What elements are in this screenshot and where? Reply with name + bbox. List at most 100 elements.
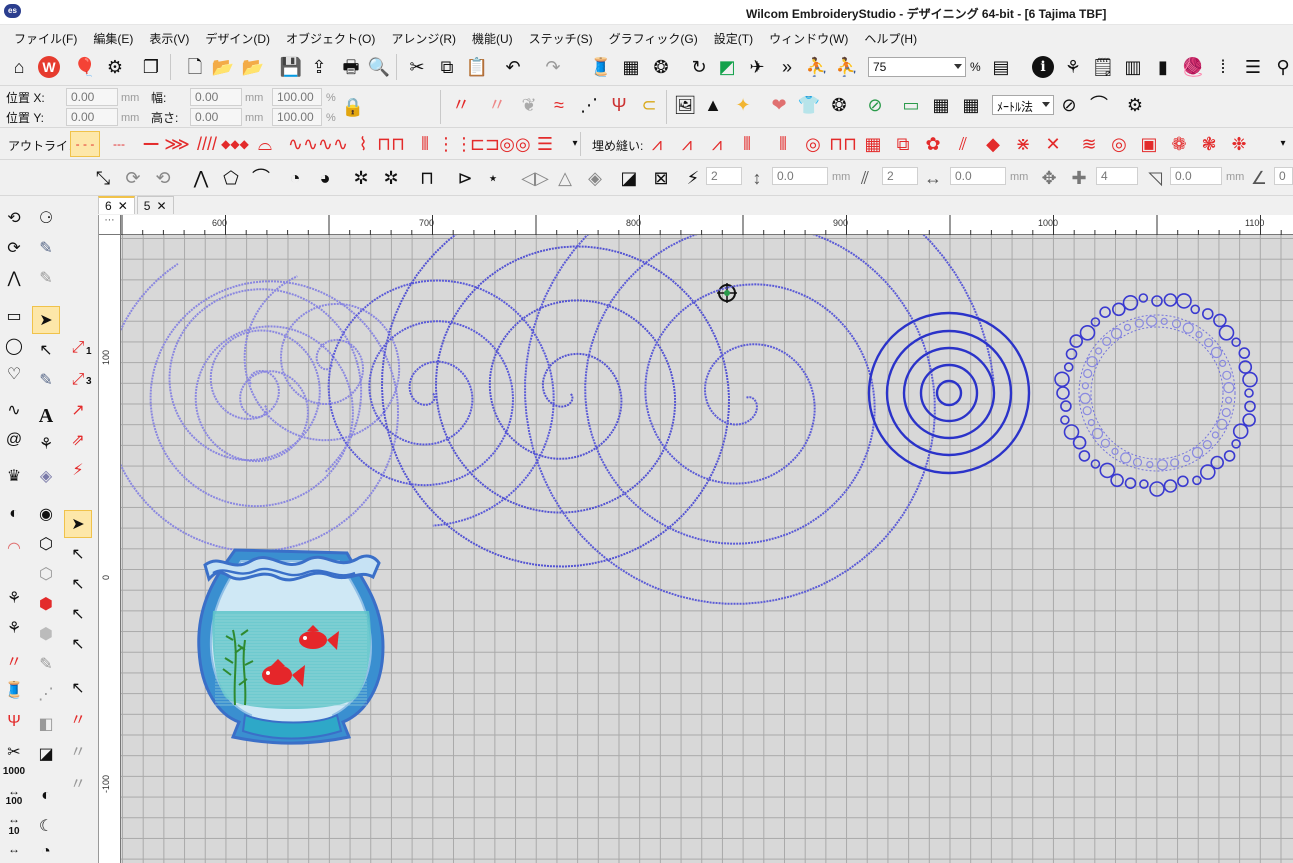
pen-disabled-icon[interactable]: ✎	[32, 264, 60, 292]
knife-icon[interactable]: ◔	[282, 165, 308, 191]
grid-rulers-icon[interactable]: ▦	[958, 92, 984, 118]
menu-edit[interactable]: 編集(E)	[85, 26, 141, 48]
fill-more-icon[interactable]: ▾	[1270, 131, 1293, 157]
fill-flower-icon[interactable]: ✿	[920, 131, 946, 157]
double-spiral[interactable]	[121, 262, 401, 553]
menu-function[interactable]: 機能(U)	[464, 26, 521, 48]
linear-array-icon[interactable]: ✚	[1066, 165, 1092, 191]
fill-xstitch-icon[interactable]: ✕	[1040, 131, 1066, 157]
menu-settings[interactable]: 設定(T)	[706, 26, 761, 48]
outline-feather-icon[interactable]: ⌓	[252, 131, 278, 157]
concentric-circles[interactable]	[867, 311, 1031, 475]
menu-arrange[interactable]: アレンジ(R)	[383, 26, 464, 48]
send-icon[interactable]: ✈	[744, 54, 770, 80]
hexagon-gray-icon[interactable]: ⬢	[32, 620, 60, 648]
fill-effect-icon[interactable]: 〃	[484, 92, 510, 118]
design-canvas[interactable]: ⋯ 600 700 800 900 1000 1100 100 0 -100	[98, 215, 1293, 863]
distance-icon[interactable]: ◹	[1142, 165, 1168, 191]
open-folder-icon[interactable]: 📂	[210, 54, 236, 80]
hatch-icon[interactable]: ⫽	[852, 165, 878, 191]
dots-icon[interactable]: ⋰	[32, 680, 60, 708]
pen-tool-icon[interactable]: ✎	[32, 234, 60, 262]
grid-area[interactable]	[121, 235, 1293, 863]
compass-icon[interactable]: ◔	[32, 838, 60, 863]
hexagon-outline-icon[interactable]: ⬡	[32, 560, 60, 588]
break-icon[interactable]: ◕	[312, 165, 338, 191]
redo-icon[interactable]: ↷	[540, 54, 566, 80]
outline-zigzag-icon[interactable]: ⋙	[164, 131, 190, 157]
fill-grid-icon[interactable]: ▦	[860, 131, 886, 157]
lettering-icon[interactable]: A	[32, 402, 60, 430]
balls-icon[interactable]: ❂	[826, 92, 852, 118]
width-field[interactable]: 0.00	[190, 88, 242, 106]
tools-icon[interactable]: ⚙	[102, 54, 128, 80]
fishbowl-design[interactable]	[197, 548, 385, 745]
knife-tool-icon[interactable]: ✎	[32, 366, 60, 394]
thread-spool-icon[interactable]: 🧶	[1180, 54, 1206, 80]
home-icon[interactable]: ⌂	[6, 54, 32, 80]
circle-c-icon[interactable]: ◐	[0, 500, 28, 528]
travel-icon[interactable]: ↻	[686, 54, 712, 80]
width-percent-field[interactable]: 100.00	[272, 88, 322, 106]
count-field-3[interactable]: 4	[1096, 167, 1138, 185]
zoom-combo[interactable]: 75	[868, 57, 966, 77]
fill-tatami-icon[interactable]: ⩘	[674, 131, 700, 157]
shapes-icon[interactable]: ▲	[700, 92, 726, 118]
select-arrow-icon[interactable]: ➤	[32, 306, 60, 334]
triangle-icon[interactable]: ⊳	[452, 165, 478, 191]
outline-bars-icon[interactable]: ☰	[532, 131, 558, 157]
stitch-satin-icon[interactable]: 〃	[64, 704, 92, 732]
node-edit-icon[interactable]: ⋀	[188, 165, 214, 191]
select-star-icon[interactable]: ↖	[64, 600, 92, 628]
save-icon[interactable]: 💾	[278, 54, 304, 80]
no-entry-icon[interactable]: ⊘	[862, 92, 888, 118]
height-percent-field[interactable]: 100.00	[272, 108, 322, 126]
moon-c-icon[interactable]: ☾	[32, 812, 60, 840]
measurement-select[interactable]: ﾒｰﾄﾙ法	[992, 95, 1054, 115]
sequence-arrow-icon[interactable]: ↗	[64, 396, 92, 424]
count-100[interactable]: 100	[0, 796, 28, 807]
new-file-icon[interactable]: 🗋	[182, 54, 208, 80]
cut-icon[interactable]: ✂	[404, 54, 430, 80]
outline-blanket-icon[interactable]: ⊓⊓	[377, 131, 405, 157]
outline-motif-icon[interactable]: ◆◆◆	[221, 131, 249, 157]
shapes-tool-icon[interactable]: ♡	[0, 360, 28, 388]
angle-field[interactable]: 0	[1274, 167, 1293, 185]
fill-lace-icon[interactable]: ❃	[1196, 131, 1222, 157]
slow-redraw-icon[interactable]: ▦	[618, 54, 644, 80]
heart-icon[interactable]: ❤	[766, 92, 792, 118]
fill-step-icon[interactable]: ⩘	[704, 131, 730, 157]
circle-lines-icon[interactable]: ✲	[378, 165, 404, 191]
fill-program-icon[interactable]: ⫴	[770, 131, 796, 157]
sequence-multi-icon[interactable]: ⇗	[64, 426, 92, 454]
sequence-icon[interactable]: ☰	[1240, 54, 1266, 80]
close-icon[interactable]: ✕	[118, 199, 128, 213]
outline-column-icon[interactable]: ⫴	[412, 131, 438, 157]
select-line-icon[interactable]: ↖	[64, 630, 92, 658]
star-select-icon[interactable]: ⋆	[480, 165, 506, 191]
grid-icon[interactable]: ▦	[928, 92, 954, 118]
undo-icon[interactable]: ↶	[500, 54, 526, 80]
box-icon[interactable]: ◧	[32, 710, 60, 738]
fill-contour-icon[interactable]: ≋	[1076, 131, 1102, 157]
thread-chart-icon[interactable]: ▮	[1150, 54, 1176, 80]
menu-object[interactable]: オブジェクト(O)	[278, 26, 383, 48]
fill-lattice-icon[interactable]: ⋇	[1010, 131, 1036, 157]
outline-loop-icon[interactable]: ◎◎	[499, 131, 530, 157]
outline-more-icon[interactable]: ▾	[562, 131, 588, 157]
object-properties-icon[interactable]: ⚘	[1060, 54, 1086, 80]
copy-pages-icon[interactable]: ❐	[138, 54, 164, 80]
print-preview-icon[interactable]: 🔍	[366, 54, 392, 80]
menu-file[interactable]: ファイル(F)	[6, 26, 85, 48]
distance-field[interactable]: 0.0	[1170, 167, 1222, 185]
pentagon-edit-icon[interactable]: ⬠	[218, 165, 244, 191]
arc-edit-icon[interactable]: ⌒	[248, 165, 274, 191]
settings-gear-icon[interactable]: ⚙	[1122, 92, 1148, 118]
smooth-icon[interactable]: ⟳	[120, 165, 146, 191]
reshape-icon[interactable]: ⤡	[90, 165, 116, 191]
stitch-back-icon[interactable]: 〃	[64, 736, 92, 764]
user-icon[interactable]: ⛹	[834, 54, 860, 80]
mirror-v-icon[interactable]: △	[552, 165, 578, 191]
hexagon-red-icon[interactable]: ⬢	[32, 590, 60, 618]
outline-wave-icon[interactable]: ∿∿	[288, 131, 318, 157]
